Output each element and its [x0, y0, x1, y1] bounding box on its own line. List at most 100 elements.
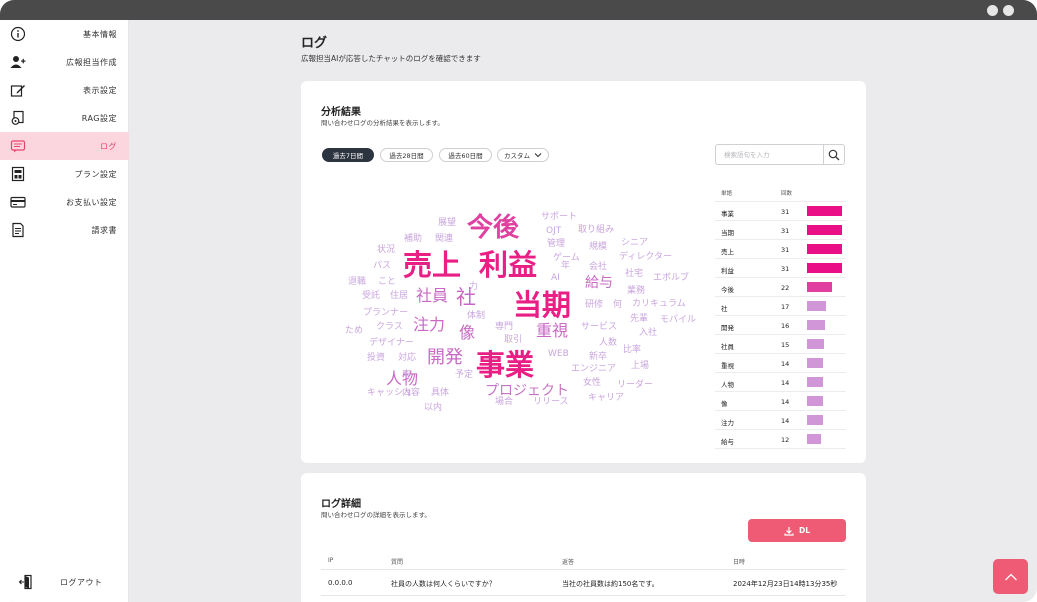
word-cloud-word[interactable]: こと	[378, 278, 396, 287]
word-cloud-word[interactable]: 対応	[398, 354, 416, 363]
word-cloud-word[interactable]: 専門	[495, 323, 513, 332]
word-cloud-word[interactable]: 年	[561, 262, 570, 271]
table-row: 社員 15	[715, 335, 846, 354]
word-cloud-word[interactable]: クラス	[376, 323, 403, 332]
sidebar-item-display[interactable]: 表示設定	[0, 76, 129, 104]
word-cloud-word[interactable]: モバイル	[660, 316, 696, 325]
period-28days-button[interactable]: 過去28日間	[380, 148, 433, 162]
word-cloud-word[interactable]: カリキュラム	[632, 300, 686, 309]
search-button[interactable]	[823, 145, 844, 164]
word-cloud-word[interactable]: 上場	[631, 362, 649, 371]
sidebar-item-plan[interactable]: プラン設定	[0, 160, 129, 188]
word-cloud-word[interactable]: 具体	[431, 389, 449, 398]
word-cloud-word[interactable]: 社員	[416, 288, 448, 304]
word-cloud-word[interactable]: OJT	[546, 227, 561, 236]
cell-question: 社員の人数は何人くらいですか？	[391, 580, 496, 588]
word-cloud-word[interactable]: 比率	[623, 346, 641, 355]
word-cloud-word[interactable]: 予定	[455, 371, 473, 380]
sidebar-item-label: ログ	[100, 141, 117, 151]
word-cloud-word[interactable]: デザイナー	[369, 339, 414, 348]
word-cloud-word[interactable]: 展望	[438, 219, 456, 228]
word-cloud-word[interactable]: プランナー	[363, 309, 408, 318]
word-cloud-word[interactable]: 研修	[585, 301, 603, 310]
word-cloud-word[interactable]: 以内	[424, 404, 442, 413]
word-cloud-word[interactable]: シニア	[621, 239, 648, 248]
word-cloud-word[interactable]: エボルブ	[653, 274, 689, 283]
word-cloud-word[interactable]: 3	[461, 334, 467, 343]
period-60days-button[interactable]: 過去60日間	[439, 148, 492, 162]
search-input[interactable]	[716, 145, 823, 164]
word-cloud-word[interactable]: エンジニア	[571, 365, 616, 374]
word-cloud-word[interactable]: 管理	[547, 240, 565, 249]
word-cloud-word[interactable]: 先輩	[630, 315, 648, 324]
window-titlebar	[0, 0, 1037, 20]
window-control-dot[interactable]	[1003, 5, 1014, 16]
word-cloud-word[interactable]: 退職	[348, 278, 366, 287]
word-cloud-word[interactable]: リーダー	[617, 381, 653, 390]
word-cloud-word[interactable]: リリース	[533, 398, 569, 407]
word-cloud-word[interactable]: 何	[613, 301, 622, 310]
word-cloud-word[interactable]: 受託	[362, 292, 380, 301]
word-cloud-word[interactable]: 当期	[513, 291, 571, 320]
word-cloud-word[interactable]: 取り組み	[578, 226, 614, 235]
word-cloud-word[interactable]: 売上	[403, 251, 461, 280]
sidebar-item-payment[interactable]: お支払い設定	[0, 188, 129, 216]
word-cloud-word[interactable]: 体制	[467, 312, 485, 321]
word-cloud-word[interactable]: WEB	[548, 350, 569, 359]
row-word: 当期	[721, 229, 734, 237]
period-custom-dropdown[interactable]: カスタム	[497, 148, 549, 162]
word-cloud-word[interactable]: 新卒	[589, 353, 607, 362]
word-cloud-word[interactable]: 力	[469, 283, 478, 292]
count-bar	[807, 244, 842, 254]
word-cloud-word[interactable]: 取引	[504, 336, 522, 345]
word-cloud-word[interactable]: ディレクター	[619, 253, 672, 262]
word-cloud-word[interactable]: 人数	[599, 339, 617, 348]
word-cloud-word[interactable]: 場合	[495, 398, 513, 407]
word-cloud-word[interactable]: 入社	[639, 329, 657, 338]
word-cloud-word[interactable]: 業務	[627, 287, 645, 296]
scroll-top-button[interactable]	[993, 559, 1028, 594]
cell-answer: 当社の社員数は約150名です。	[562, 580, 659, 588]
word-cloud-word[interactable]: サポート	[541, 213, 577, 222]
word-cloud-word[interactable]: 注力	[413, 317, 445, 333]
word-cloud-word[interactable]: 住居	[390, 292, 408, 301]
word-cloud-word[interactable]: AI	[551, 274, 560, 283]
word-cloud-word[interactable]: 状況	[377, 246, 395, 255]
sidebar-item-agent-create[interactable]: 広報担当作成	[0, 48, 129, 76]
sidebar-item-invoice[interactable]: 請求書	[0, 216, 129, 244]
sidebar-item-basic-info[interactable]: 基本情報	[0, 20, 129, 48]
word-cloud-word[interactable]: プロジェクト	[485, 384, 569, 398]
download-button[interactable]: DL	[748, 519, 846, 542]
word-cloud-word[interactable]: ため	[345, 327, 363, 336]
word-cloud-word[interactable]: 給与	[585, 276, 613, 290]
row-count: 17	[781, 303, 790, 311]
word-cloud-word[interactable]: 開発	[427, 349, 463, 367]
word-cloud-word[interactable]: パス	[373, 262, 391, 271]
table-row: 利益 31	[715, 259, 846, 278]
word-cloud-word[interactable]: 補助	[404, 235, 422, 244]
word-cloud-word[interactable]: 利益	[479, 251, 537, 280]
header-word: 単語	[721, 191, 733, 197]
window-control-dot[interactable]	[987, 5, 998, 16]
word-cloud-word[interactable]: 内容	[402, 389, 420, 398]
word-cloud-word[interactable]: 規模	[589, 243, 607, 252]
sidebar-item-rag[interactable]: RAG設定	[0, 104, 129, 132]
word-cloud-word[interactable]: 投資	[367, 354, 385, 363]
row-count: 31	[781, 246, 790, 254]
word-cloud-word[interactable]: 事業	[476, 351, 534, 380]
period-7days-button[interactable]: 過去7日間	[322, 148, 374, 162]
word-cloud-word[interactable]: キャリア	[588, 394, 624, 403]
chat-log-icon	[10, 140, 26, 153]
word-cloud-word[interactable]: 社宅	[625, 270, 643, 279]
sidebar-item-label: 表示設定	[83, 85, 117, 95]
word-cloud-word[interactable]: 率	[402, 371, 411, 380]
word-cloud-word[interactable]: 女性	[583, 379, 601, 388]
sidebar-item-log[interactable]: ログ	[0, 132, 129, 160]
word-cloud-word[interactable]: 会社	[589, 263, 607, 272]
table-header: 単語 回数	[715, 183, 846, 202]
word-cloud-word[interactable]: サービス	[581, 323, 617, 332]
word-cloud-word[interactable]: 今後	[467, 215, 519, 241]
logout-button[interactable]: ログアウト	[0, 568, 129, 596]
word-cloud-word[interactable]: 関連	[435, 235, 453, 244]
word-cloud-word[interactable]: 重視	[536, 323, 568, 339]
